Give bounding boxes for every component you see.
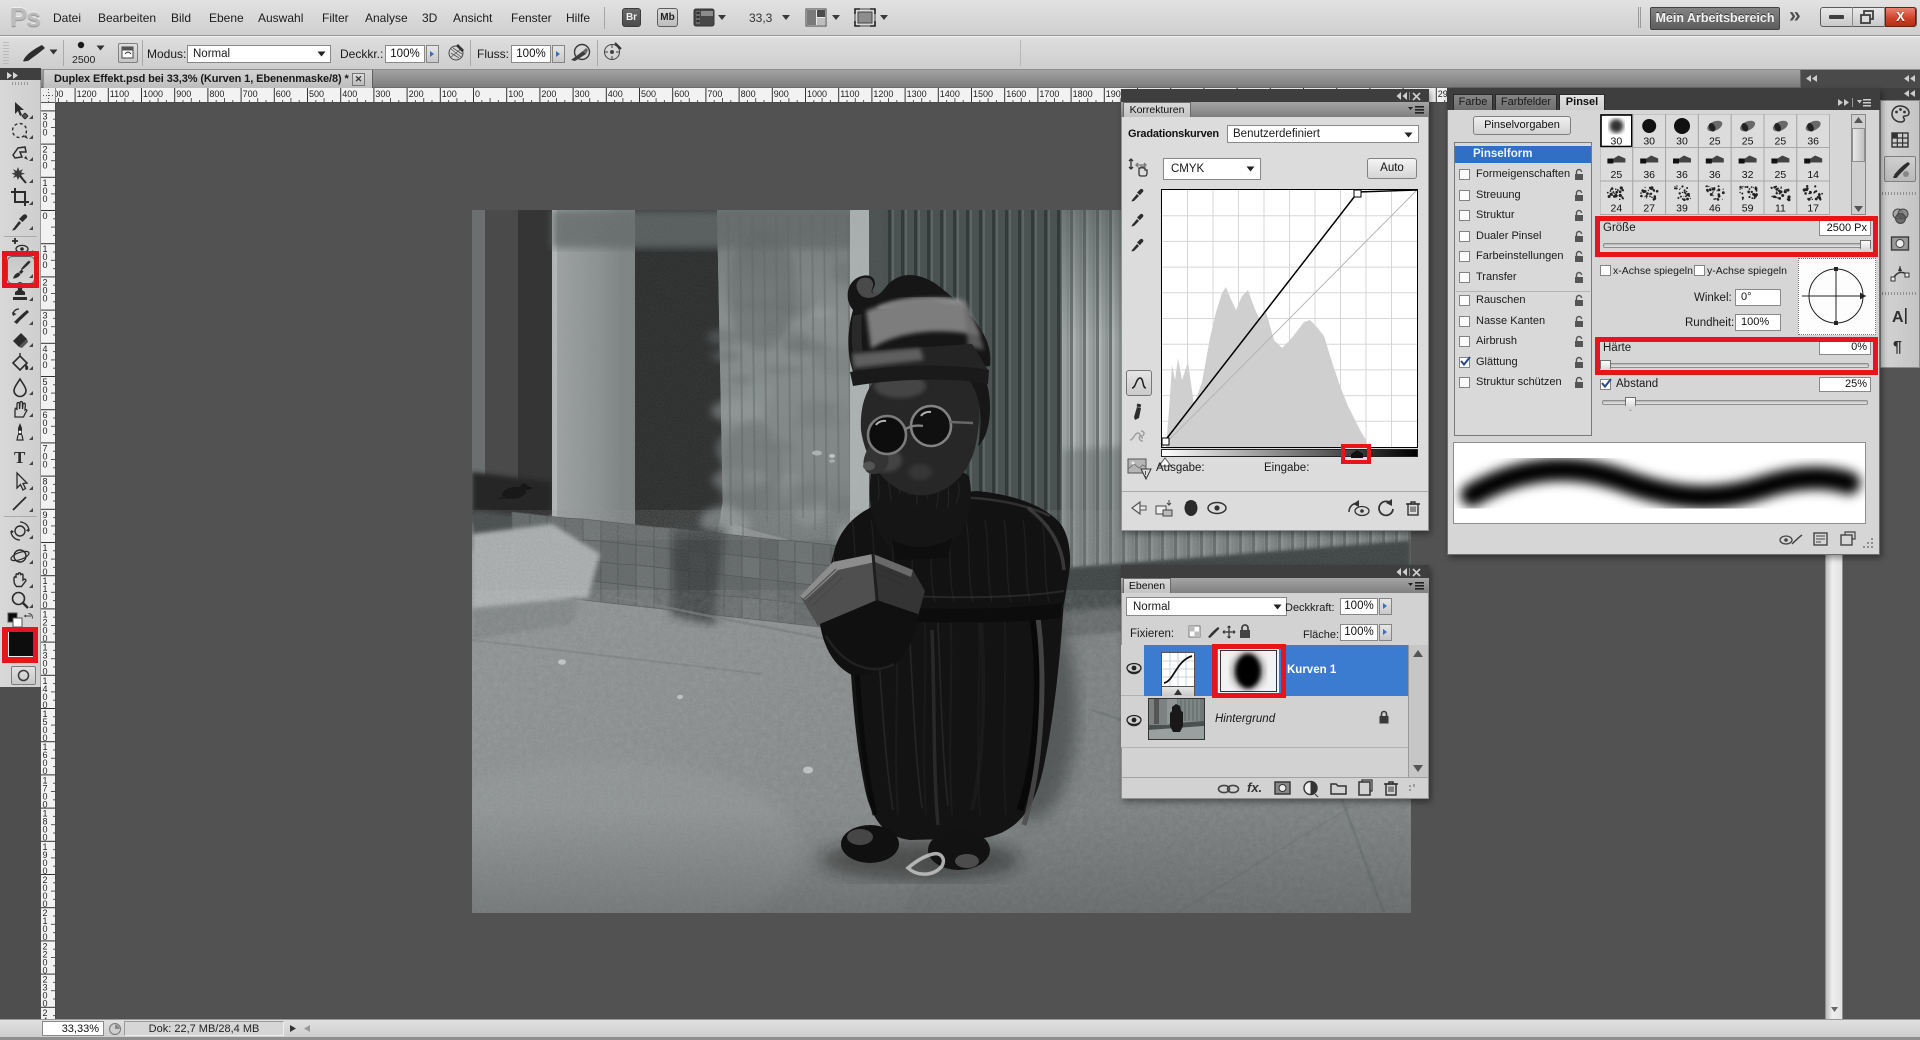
svg-text:A: A bbox=[1892, 309, 1904, 326]
svg-text:0: 0 bbox=[43, 360, 48, 370]
svg-text:500: 500 bbox=[309, 89, 324, 99]
svg-text:1100: 1100 bbox=[840, 89, 859, 99]
svg-text:1100: 1100 bbox=[110, 89, 129, 99]
svg-text:0: 0 bbox=[43, 526, 48, 536]
svg-text:30: 30 bbox=[1643, 136, 1655, 148]
svg-text:¶: ¶ bbox=[1893, 339, 1902, 356]
svg-text:14: 14 bbox=[1807, 169, 1819, 181]
svg-text:39: 39 bbox=[1676, 203, 1688, 215]
svg-text:25: 25 bbox=[1709, 136, 1721, 148]
svg-text:36: 36 bbox=[1676, 169, 1688, 181]
svg-text:1000: 1000 bbox=[807, 89, 827, 99]
svg-text:700: 700 bbox=[243, 89, 258, 99]
svg-text:11: 11 bbox=[1775, 203, 1786, 215]
svg-text:0: 0 bbox=[43, 127, 48, 137]
svg-text:600: 600 bbox=[674, 89, 689, 99]
svg-text:30: 30 bbox=[1676, 136, 1688, 148]
svg-text:0: 0 bbox=[43, 426, 48, 436]
svg-text:0: 0 bbox=[43, 194, 48, 204]
svg-text:1800: 1800 bbox=[1073, 89, 1093, 99]
svg-text:600: 600 bbox=[276, 89, 291, 99]
svg-text:1200: 1200 bbox=[77, 89, 97, 99]
svg-text:100: 100 bbox=[508, 89, 523, 99]
svg-text:0: 0 bbox=[43, 459, 48, 469]
svg-text:25: 25 bbox=[1611, 169, 1623, 181]
svg-text:400: 400 bbox=[608, 89, 623, 99]
svg-text:25: 25 bbox=[1775, 169, 1787, 181]
svg-text:400: 400 bbox=[342, 89, 357, 99]
svg-text:1300: 1300 bbox=[907, 89, 927, 99]
svg-text:0: 0 bbox=[43, 393, 48, 403]
svg-text:0: 0 bbox=[43, 260, 48, 270]
svg-text:1000: 1000 bbox=[143, 89, 163, 99]
svg-text:1300: 1300 bbox=[56, 89, 63, 99]
svg-text:25: 25 bbox=[1775, 136, 1787, 148]
svg-text:800: 800 bbox=[209, 89, 224, 99]
svg-text:700: 700 bbox=[707, 89, 722, 99]
svg-text:30: 30 bbox=[1611, 136, 1623, 148]
svg-text:32: 32 bbox=[1742, 169, 1754, 181]
svg-text:0: 0 bbox=[43, 293, 48, 303]
svg-text:T: T bbox=[14, 448, 26, 467]
svg-text:59: 59 bbox=[1742, 203, 1754, 215]
svg-text:0: 0 bbox=[475, 89, 480, 99]
svg-text:1600: 1600 bbox=[1006, 89, 1026, 99]
svg-text:300: 300 bbox=[575, 89, 590, 99]
svg-text:1700: 1700 bbox=[1039, 89, 1059, 99]
svg-text:1400: 1400 bbox=[940, 89, 960, 99]
svg-text:17: 17 bbox=[1807, 203, 1819, 215]
svg-text:900: 900 bbox=[176, 89, 191, 99]
svg-text:24: 24 bbox=[1611, 203, 1623, 215]
svg-text:800: 800 bbox=[741, 89, 756, 99]
svg-text:0: 0 bbox=[43, 211, 48, 221]
svg-text:36: 36 bbox=[1643, 169, 1655, 181]
svg-text:36: 36 bbox=[1709, 169, 1721, 181]
svg-text:300: 300 bbox=[375, 89, 390, 99]
svg-text:200: 200 bbox=[541, 89, 556, 99]
svg-text:200: 200 bbox=[409, 89, 424, 99]
svg-text:100: 100 bbox=[442, 89, 457, 99]
svg-text:1200: 1200 bbox=[873, 89, 893, 99]
svg-text:46: 46 bbox=[1709, 203, 1721, 215]
svg-text:0: 0 bbox=[43, 327, 48, 337]
svg-text:25: 25 bbox=[1742, 136, 1754, 148]
svg-text:!: ! bbox=[1144, 470, 1146, 479]
svg-text:0: 0 bbox=[43, 493, 48, 503]
svg-text:0: 0 bbox=[43, 161, 48, 171]
svg-text:27: 27 bbox=[1643, 203, 1655, 215]
svg-text:900: 900 bbox=[774, 89, 789, 99]
svg-text:36: 36 bbox=[1807, 136, 1819, 148]
svg-text:500: 500 bbox=[641, 89, 656, 99]
svg-text:1500: 1500 bbox=[973, 89, 993, 99]
